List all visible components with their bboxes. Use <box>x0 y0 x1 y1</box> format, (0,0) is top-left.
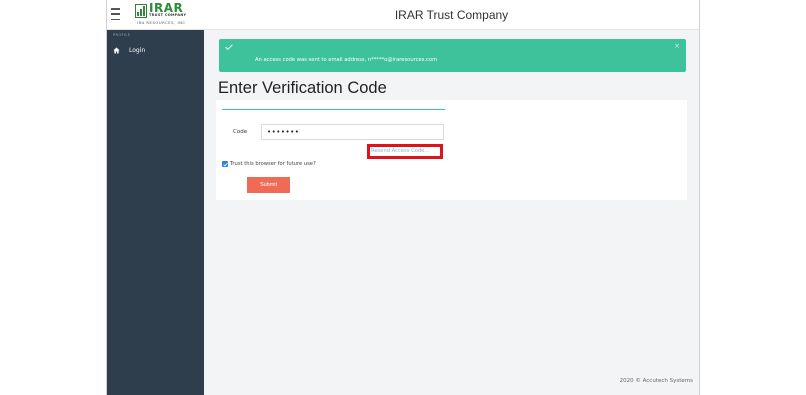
code-input[interactable]: ••••••• <box>261 124 444 140</box>
menu-icon[interactable] <box>111 8 120 20</box>
sidebar-section-label: PROFILE <box>113 33 131 37</box>
verification-card: Code ••••••• Resend Access Code... Trust… <box>216 100 687 200</box>
sidebar-item-label: Login <box>129 46 146 54</box>
app-window: IRAR TRUST COMPANY IRA RESOURCES, INC IR… <box>106 0 700 395</box>
home-icon <box>113 47 120 53</box>
trust-browser-checkbox[interactable] <box>222 161 228 167</box>
resend-access-code-link[interactable]: Resend Access Code... <box>371 148 429 154</box>
checkmark-icon <box>222 162 228 167</box>
logo-company: IRA RESOURCES, INC <box>137 20 186 25</box>
logo-tagline: TRUST COMPANY <box>149 13 187 17</box>
sidebar: PROFILE Login <box>107 30 204 395</box>
footer-copyright: 2020 © Accutech Systems <box>619 378 693 384</box>
top-bar: IRAR TRUST COMPANY IRA RESOURCES, INC IR… <box>107 0 699 30</box>
code-label: Code <box>233 129 248 135</box>
page-title: Enter Verification Code <box>218 79 387 97</box>
trust-browser-label[interactable]: Trust this browser for future use? <box>230 161 316 167</box>
company-logo[interactable]: IRAR TRUST COMPANY IRA RESOURCES, INC <box>135 2 191 26</box>
title-divider <box>222 109 445 110</box>
app-title: IRAR Trust Company <box>394 8 509 22</box>
alert-message: An access code was sent to email address… <box>255 57 438 63</box>
logo-chart-icon <box>135 4 147 18</box>
close-icon[interactable]: × <box>674 43 680 50</box>
main-content: × An access code was sent to email addre… <box>204 30 699 395</box>
submit-button[interactable]: Submit <box>247 177 290 193</box>
success-alert: × An access code was sent to email addre… <box>219 39 686 72</box>
sidebar-item-login[interactable]: Login <box>113 44 198 56</box>
check-icon <box>225 44 233 50</box>
